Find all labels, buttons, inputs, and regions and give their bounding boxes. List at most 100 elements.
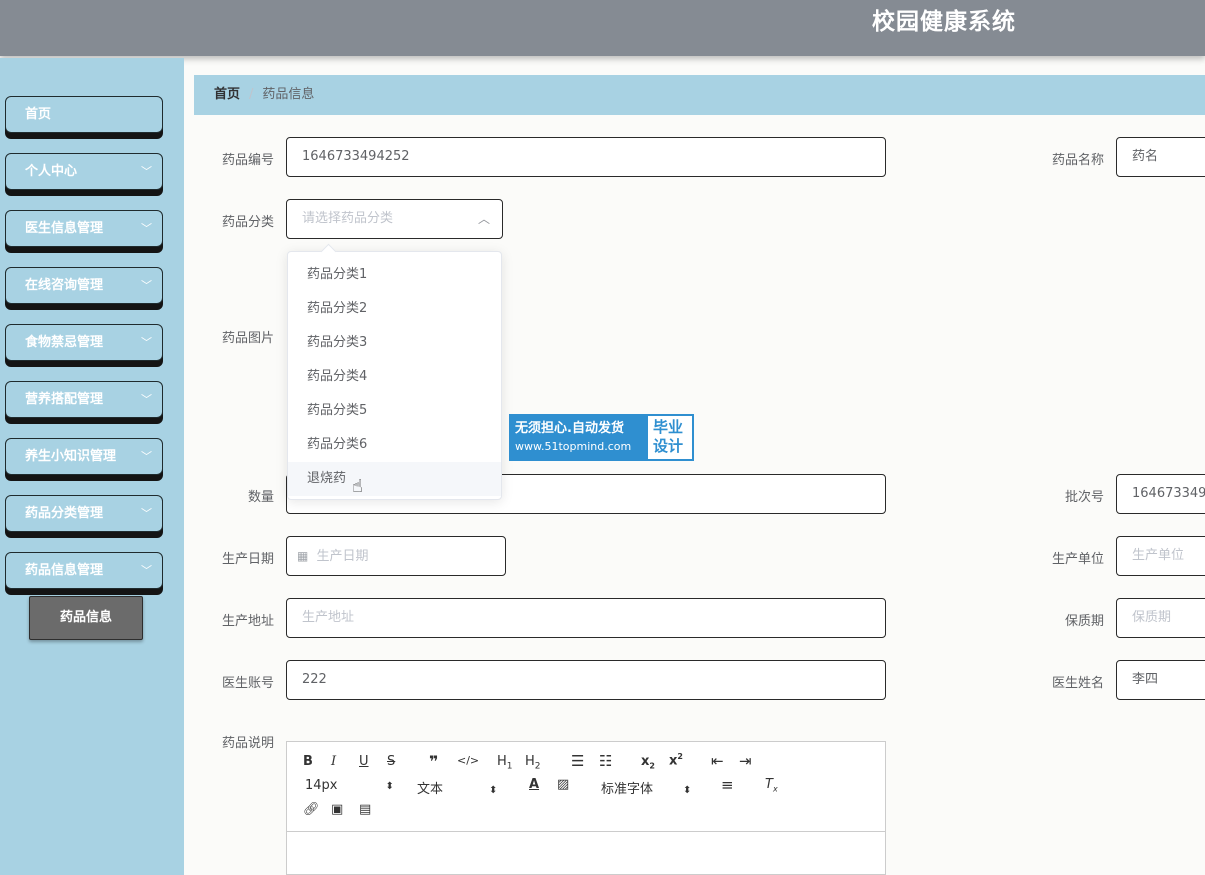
shelf-life-input[interactable]: 保质期 [1116,598,1205,638]
image-icon[interactable]: ▣ [331,802,343,817]
submenu-item-drug-info[interactable]: 药品信息 [29,596,143,640]
date-placeholder: 生产日期 [316,549,369,564]
link-icon[interactable]: 🔗︎ [303,802,320,817]
heading2-icon[interactable]: H2 [525,754,541,772]
background-color-icon[interactable]: ▨ [557,777,569,792]
chevron-down-icon: ﹀ [141,279,152,292]
underline-icon[interactable]: U [359,754,369,769]
sidebar-item-label: 药品分类管理 [25,506,104,521]
breadcrumb-separator: / [249,87,254,102]
production-date-label: 生产日期 [221,552,274,567]
sidebar-item-label: 药品信息管理 [25,563,104,578]
sidebar-item-nutrition[interactable]: 营养搭配管理 ﹀ [5,381,163,418]
sidebar-item-drug-info[interactable]: 药品信息管理 ﹀ [5,552,163,589]
bullet-list-icon[interactable]: ☷ [599,752,612,770]
category-dropdown: 药品分类1 药品分类2 药品分类3 药品分类4 药品分类5 药品分类6 退烧药 [287,251,502,500]
drug-image-label: 药品图片 [221,331,274,346]
watermark-left: 无须担心.自动发货 www.51topmind.com [511,416,648,459]
header-select[interactable]: 文本 ⬍ [417,778,497,797]
select-arrows-icon: ⬍ [385,781,394,792]
dropdown-option[interactable]: 药品分类1 [288,258,501,292]
font-family-select[interactable]: 标准字体 ⬍ [601,778,691,797]
app-title: 校园健康系统 [872,9,1016,35]
calendar-icon: ▦ [297,549,309,563]
top-header: 校园健康系统 [0,0,1205,56]
font-size-select[interactable]: 14px ⬍ [305,778,394,793]
dropdown-option[interactable]: 药品分类5 [288,394,501,428]
drug-name-label: 药品名称 [1051,153,1104,168]
select-arrows-icon: ⬍ [683,785,692,796]
doctor-name-input[interactable]: 李四 [1116,660,1205,700]
drug-description-label: 药品说明 [221,736,274,751]
dropdown-option[interactable]: 药品分类4 [288,360,501,394]
indent-icon[interactable]: ⇥ [739,752,752,770]
production-address-input[interactable]: 生产地址 [286,598,886,638]
batch-label: 批次号 [1064,490,1104,505]
blockquote-icon[interactable]: ❞ [429,752,438,771]
drug-category-label: 药品分类 [221,215,274,230]
ordered-list-icon[interactable]: ☰ [571,752,584,770]
heading1-icon[interactable]: H1 [497,754,513,772]
sidebar-item-label: 食物禁忌管理 [25,335,104,350]
drug-name-input[interactable]: 药名 [1116,137,1205,177]
production-date-input[interactable]: ▦ 生产日期 [286,536,506,576]
video-icon[interactable]: ▤ [359,802,371,817]
production-unit-label: 生产单位 [1051,552,1104,567]
select-arrows-icon: ⬍ [489,785,498,796]
breadcrumb: 首页 / 药品信息 [194,75,1205,115]
drug-category-select[interactable]: 请选择药品分类 ︿ [286,199,503,239]
doctor-account-input[interactable]: 222 [286,660,886,700]
dropdown-option[interactable]: 药品分类2 [288,292,501,326]
superscript-icon[interactable]: x2 [669,752,683,768]
subscript-icon[interactable]: x2 [641,754,655,771]
sidebar-item-online-consult[interactable]: 在线咨询管理 ﹀ [5,267,163,304]
chevron-down-icon: ﹀ [141,336,152,349]
editor-toolbar: B I U S ❞ </> H1 H2 ☰ ☷ x2 x2 ⇤ ⇥ 14px ⬍ … [287,742,885,832]
watermark-line2: www.51topmind.com [515,440,632,453]
sidebar: 首页 个人中心 ﹀ 医生信息管理 ﹀ 在线咨询管理 ﹀ 食物禁忌管理 ﹀ 营养搭… [0,58,184,875]
code-block-icon[interactable]: </> [457,754,479,767]
sidebar-item-home[interactable]: 首页 [5,96,163,133]
sidebar-item-food-taboo[interactable]: 食物禁忌管理 ﹀ [5,324,163,361]
watermark-line1: 无须担心.自动发货 [515,421,624,436]
sidebar-item-drug-category[interactable]: 药品分类管理 ﹀ [5,495,163,532]
sidebar-item-health-tips[interactable]: 养生小知识管理 ﹀ [5,438,163,475]
sidebar-item-personal-center[interactable]: 个人中心 ﹀ [5,153,163,190]
chevron-up-icon: ︿ [477,212,490,226]
sidebar-item-label: 营养搭配管理 [25,392,104,407]
breadcrumb-home[interactable]: 首页 [214,87,240,102]
dropdown-option[interactable]: 药品分类6 [288,428,501,462]
chevron-down-icon: ﹀ [141,564,152,577]
dropdown-option[interactable]: 药品分类3 [288,326,501,360]
breadcrumb-current: 药品信息 [262,87,315,102]
chevron-down-icon: ﹀ [141,165,152,178]
drug-code-input[interactable]: 1646733494252 [286,137,886,177]
clear-format-icon[interactable]: Tx [765,777,778,794]
production-address-label: 生产地址 [221,614,274,629]
sidebar-item-label: 在线咨询管理 [25,278,104,293]
font-color-icon[interactable]: A [529,777,539,792]
watermark-badge: 无须担心.自动发货 www.51topmind.com 毕业 设计 [509,414,694,461]
doctor-account-label: 医生账号 [221,676,274,691]
sidebar-item-label: 医生信息管理 [25,221,104,236]
strikethrough-icon[interactable]: S [387,754,395,769]
watermark-right-line1: 毕业 [653,418,684,436]
sidebar-item-doctor-info[interactable]: 医生信息管理 ﹀ [5,210,163,247]
doctor-name-label: 医生姓名 [1051,676,1104,691]
production-unit-input[interactable]: 生产单位 [1116,536,1205,576]
font-size-value: 14px [305,778,338,793]
drug-code-label: 药品编号 [221,153,274,168]
sidebar-item-label: 首页 [25,107,52,122]
quantity-label: 数量 [247,490,274,505]
align-icon[interactable]: ≡ [721,776,734,794]
chevron-down-icon: ﹀ [141,450,152,463]
outdent-icon[interactable]: ⇤ [711,752,724,770]
batch-input[interactable]: 1646733494 [1116,474,1205,514]
dropdown-option-hovered[interactable]: 退烧药 [288,462,501,496]
bold-icon[interactable]: B [303,754,313,769]
chevron-down-icon: ﹀ [141,222,152,235]
select-placeholder: 请选择药品分类 [302,211,394,226]
italic-icon[interactable]: I [331,754,336,769]
shelf-life-label: 保质期 [1064,614,1104,629]
hand-cursor-icon: ☝ [352,476,363,497]
